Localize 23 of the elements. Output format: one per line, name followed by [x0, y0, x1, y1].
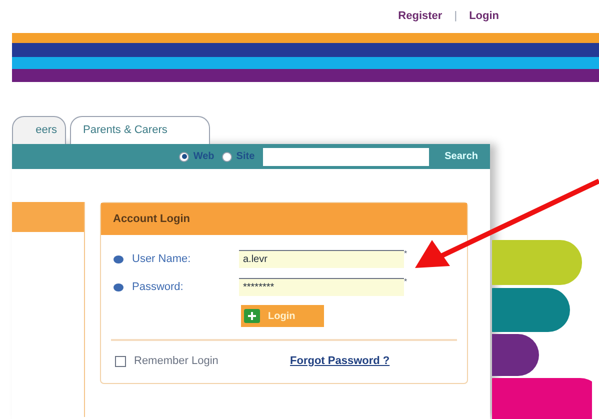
field-label: Password: — [132, 280, 184, 295]
search-button[interactable]: Search — [444, 149, 478, 164]
tab[interactable]: Parents & Carers — [70, 116, 210, 144]
register-link[interactable]: Register — [398, 8, 442, 25]
input-field[interactable]: ******** — [239, 278, 404, 296]
field-label: User Name: — [132, 252, 192, 267]
required-mark: * — [404, 248, 408, 260]
radio-label: Site — [236, 150, 255, 164]
input-field[interactable]: a.levr — [239, 250, 404, 268]
panel-title: Account Login — [101, 203, 467, 235]
radio-label: Web — [193, 150, 214, 164]
search-field[interactable] — [262, 148, 429, 166]
login-link[interactable]: Login — [469, 8, 499, 25]
help-icon — [113, 282, 124, 292]
radio-button[interactable] — [222, 152, 232, 162]
help-icon — [113, 254, 124, 264]
required-mark: * — [404, 276, 408, 288]
remember-checkbox[interactable]: Remember Login — [115, 353, 290, 370]
radio-button[interactable] — [179, 152, 190, 162]
tab[interactable]: eers — [12, 116, 66, 144]
plus-icon — [244, 309, 260, 323]
link-separator: | — [454, 9, 458, 24]
forgot-password-link[interactable]: Forgot Password ? — [290, 353, 390, 370]
